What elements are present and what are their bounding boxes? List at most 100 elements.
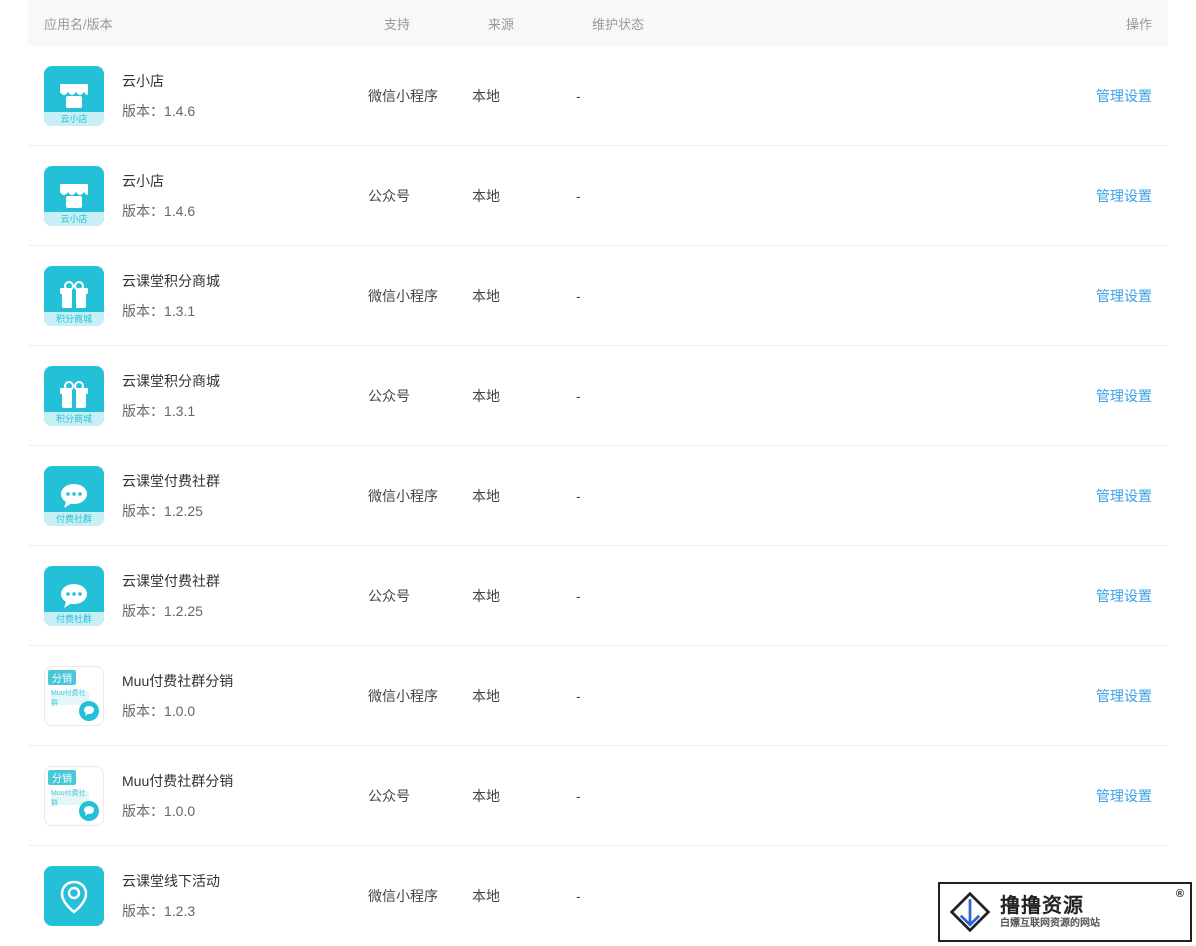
header-source: 来源 [472,14,576,33]
cell-source: 本地 [472,286,576,306]
cell-app: 云课堂线下活动 版本：1.2.3 [28,866,368,926]
watermark-text: 撸撸资源 白嫖互联网资源的网站 [1000,895,1100,930]
cell-operate: 管理设置 [776,186,1168,206]
table-row: 付费社群 云课堂付费社群 版本：1.2.25 微信小程序 本地 - 管理设置 [28,446,1168,546]
manage-settings-link[interactable]: 管理设置 [1096,688,1152,704]
app-version: 版本：1.0.0 [122,801,233,821]
app-version: 版本：1.2.25 [122,601,220,621]
shop-icon: 云小店 [44,166,104,226]
cell-app: 分销 Muu付费社群 Muu付费社群分销 版本：1.0.0 [28,666,368,726]
app-text-block: 云课堂积分商城 版本：1.3.1 [122,371,220,421]
app-name: Muu付费社群分销 [122,671,233,691]
table-row: 分销 Muu付费社群 Muu付费社群分销 版本：1.0.0 微信小程序 本地 -… [28,646,1168,746]
app-version: 版本：1.2.25 [122,501,220,521]
app-version: 版本：1.3.1 [122,401,220,421]
cell-source: 本地 [472,686,576,706]
chat-icon: 付费社群 [44,566,104,626]
app-version: 版本：1.2.3 [122,901,220,921]
cell-support: 微信小程序 [368,286,472,306]
cell-source: 本地 [472,386,576,406]
shop-icon: 云小店 [44,66,104,126]
app-name: 云课堂付费社群 [122,571,220,591]
icon-caption: 积分商城 [44,312,104,326]
table-row: 分销 Muu付费社群 Muu付费社群分销 版本：1.0.0 公众号 本地 - 管… [28,746,1168,846]
app-version: 版本：1.4.6 [122,201,195,221]
app-version: 版本：1.3.1 [122,301,220,321]
header-support: 支持 [368,14,472,33]
manage-settings-link[interactable]: 管理设置 [1096,288,1152,304]
pin-icon [44,866,104,926]
cell-app: 积分商城 云课堂积分商城 版本：1.3.1 [28,266,368,326]
app-table: 应用名/版本 支持 来源 维护状态 操作 云小店 云小店 版本：1.4.6 微信… [0,0,1196,946]
icon-caption: 付费社群 [44,512,104,526]
cell-source: 本地 [472,886,576,906]
icon-caption: 云小店 [44,112,104,126]
cell-support: 公众号 [368,386,472,406]
cell-app: 积分商城 云课堂积分商城 版本：1.3.1 [28,366,368,426]
cell-support: 公众号 [368,786,472,806]
cell-maintain: - [576,788,776,804]
cell-support: 微信小程序 [368,886,472,906]
app-name: Muu付费社群分销 [122,771,233,791]
watermark-box: 撸撸资源 白嫖互联网资源的网站 ® [938,882,1192,942]
manage-settings-link[interactable]: 管理设置 [1096,188,1152,204]
watermark-reg: ® [1176,888,1184,900]
cell-support: 公众号 [368,186,472,206]
cell-operate: 管理设置 [776,586,1168,606]
app-text-block: 云课堂付费社群 版本：1.2.25 [122,471,220,521]
table-header: 应用名/版本 支持 来源 维护状态 操作 [28,0,1168,46]
cell-source: 本地 [472,586,576,606]
app-text-block: Muu付费社群分销 版本：1.0.0 [122,671,233,721]
app-text-block: 云小店 版本：1.4.6 [122,71,195,121]
manage-settings-link[interactable]: 管理设置 [1096,788,1152,804]
watermark-main: 撸撸资源 [1000,895,1100,918]
cell-operate: 管理设置 [776,786,1168,806]
header-maintain: 维护状态 [576,14,776,33]
watermark-logo-icon [948,890,992,934]
cell-support: 微信小程序 [368,86,472,106]
manage-settings-link[interactable]: 管理设置 [1096,488,1152,504]
app-name: 云小店 [122,171,195,191]
cell-maintain: - [576,88,776,104]
app-text-block: 云课堂积分商城 版本：1.3.1 [122,271,220,321]
cell-operate: 管理设置 [776,86,1168,106]
header-app: 应用名/版本 [28,14,368,33]
chat-bubble-icon [79,801,99,821]
cell-maintain: - [576,888,776,904]
watermark-sub: 白嫖互联网资源的网站 [1000,918,1100,930]
cell-maintain: - [576,288,776,304]
cell-maintain: - [576,688,776,704]
cell-maintain: - [576,588,776,604]
cell-operate: 管理设置 [776,686,1168,706]
table-row: 积分商城 云课堂积分商城 版本：1.3.1 公众号 本地 - 管理设置 [28,346,1168,446]
gift-icon: 积分商城 [44,366,104,426]
app-name: 云课堂积分商城 [122,271,220,291]
cell-support: 微信小程序 [368,686,472,706]
manage-settings-link[interactable]: 管理设置 [1096,388,1152,404]
manage-settings-link[interactable]: 管理设置 [1096,88,1152,104]
cell-support: 微信小程序 [368,486,472,506]
dist-icon: 分销 Muu付费社群 [44,766,104,826]
icon-caption: 云小店 [44,212,104,226]
icon-caption: 积分商城 [44,412,104,426]
cell-app: 云小店 云小店 版本：1.4.6 [28,166,368,226]
app-name: 云小店 [122,71,195,91]
app-version: 版本：1.0.0 [122,701,233,721]
cell-app: 付费社群 云课堂付费社群 版本：1.2.25 [28,466,368,526]
cell-operate: 管理设置 [776,286,1168,306]
app-text-block: 云小店 版本：1.4.6 [122,171,195,221]
table-row: 付费社群 云课堂付费社群 版本：1.2.25 公众号 本地 - 管理设置 [28,546,1168,646]
app-text-block: Muu付费社群分销 版本：1.0.0 [122,771,233,821]
cell-source: 本地 [472,486,576,506]
manage-settings-link[interactable]: 管理设置 [1096,588,1152,604]
chat-icon: 付费社群 [44,466,104,526]
table-row: 云小店 云小店 版本：1.4.6 微信小程序 本地 - 管理设置 [28,46,1168,146]
table-row: 云小店 云小店 版本：1.4.6 公众号 本地 - 管理设置 [28,146,1168,246]
app-name: 云课堂付费社群 [122,471,220,491]
cell-app: 分销 Muu付费社群 Muu付费社群分销 版本：1.0.0 [28,766,368,826]
table-row: 积分商城 云课堂积分商城 版本：1.3.1 微信小程序 本地 - 管理设置 [28,246,1168,346]
header-operate: 操作 [776,14,1168,33]
app-name: 云课堂积分商城 [122,371,220,391]
table-body: 云小店 云小店 版本：1.4.6 微信小程序 本地 - 管理设置 云小店 云小店… [28,46,1168,946]
app-text-block: 云课堂线下活动 版本：1.2.3 [122,871,220,921]
